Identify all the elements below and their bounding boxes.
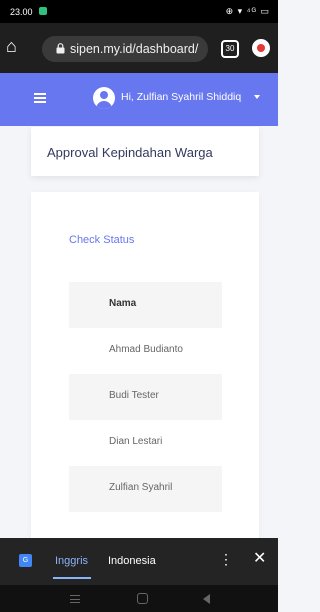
table-row: Dian Lestari — [69, 420, 222, 466]
home-button-icon[interactable] — [137, 593, 148, 604]
status-indicators: ⊕ ▾ ⁴ᴳ ▭ — [225, 6, 270, 16]
app-navbar: Hi, Zulfian Syahril Shiddiq — [0, 73, 278, 126]
content-card: Check Status Nama Ahmad Budianto Budi Te… — [31, 192, 259, 538]
status-time: 23.00 — [10, 7, 33, 17]
table-row: Ahmad Budianto — [69, 328, 222, 374]
google-translate-icon: G — [19, 554, 32, 567]
page-title-card: Approval Kepindahan Warga — [31, 127, 259, 176]
table-cell: Dian Lestari — [109, 436, 163, 447]
home-icon[interactable]: ⌂ — [6, 37, 17, 55]
back-icon[interactable] — [203, 594, 210, 604]
resident-table: Nama Ahmad Budianto Budi Tester Dian Les… — [69, 282, 222, 512]
active-tab-indicator — [53, 577, 91, 579]
translate-tab-source[interactable]: Inggris — [55, 555, 88, 567]
chevron-down-icon[interactable] — [254, 95, 260, 99]
table-cell: Zulfian Syahril — [109, 482, 173, 493]
recent-apps-icon[interactable] — [70, 595, 80, 603]
system-navigation-bar — [0, 585, 278, 612]
close-icon[interactable]: ✕ — [253, 551, 266, 567]
table-header: Nama — [69, 282, 222, 328]
avatar[interactable] — [93, 87, 115, 109]
translate-tab-target[interactable]: Indonesia — [108, 555, 156, 567]
url-text: sipen.my.id/dashboard/ — [70, 42, 199, 56]
check-status-label: Check Status — [69, 234, 135, 246]
table-row: Budi Tester — [69, 374, 222, 420]
table-cell: Budi Tester — [109, 390, 159, 401]
browser-profile-icon[interactable] — [252, 39, 270, 57]
table-row: Zulfian Syahril — [69, 466, 222, 512]
hamburger-menu-icon[interactable] — [34, 93, 46, 103]
lock-icon — [56, 43, 65, 54]
notification-app-icon — [39, 7, 47, 15]
user-greeting[interactable]: Hi, Zulfian Syahril Shiddiq — [121, 91, 241, 103]
page-title: Approval Kepindahan Warga — [47, 145, 213, 160]
tab-count-button[interactable]: 30 — [221, 40, 239, 58]
status-bar: 23.00 ⊕ ▾ ⁴ᴳ ▭ — [0, 0, 278, 23]
table-cell: Ahmad Budianto — [109, 344, 183, 355]
more-vert-icon[interactable]: ⋮ — [219, 552, 233, 566]
translate-bar: G Inggris Indonesia ⋮ ✕ — [0, 538, 278, 585]
column-header-nama: Nama — [109, 298, 137, 309]
address-bar[interactable]: sipen.my.id/dashboard/ — [42, 36, 208, 62]
browser-toolbar: ⌂ sipen.my.id/dashboard/ 30 — [0, 23, 278, 73]
